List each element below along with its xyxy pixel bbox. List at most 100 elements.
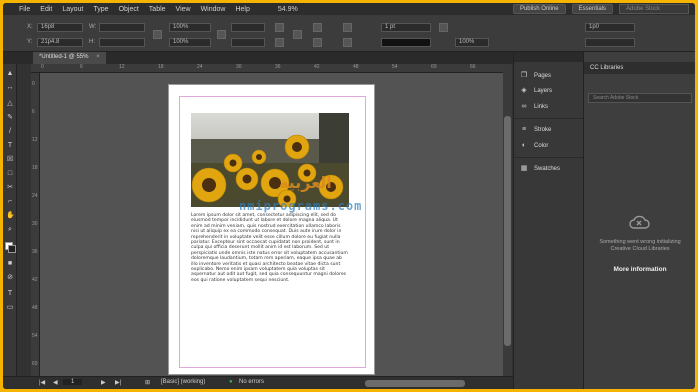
stroke-swatch-icon[interactable] [343,38,352,47]
stroke-weight-field[interactable]: 1 pt [381,23,431,32]
ruler-tick: 36 [32,249,38,255]
first-page-icon[interactable]: |◀ [39,379,45,386]
panel-color[interactable]: ◐ Color [520,142,548,150]
zoom-level[interactable]: 54.9% [278,6,298,13]
fill-swatch-icon[interactable] [343,23,352,32]
direct-selection-tool-icon[interactable]: △ [6,100,14,108]
more-information-link[interactable]: More information [590,266,690,273]
rotate-field[interactable] [231,23,265,32]
apply-color-icon[interactable]: ■ [6,260,14,268]
cc-libraries-title[interactable]: CC Libraries [584,62,695,74]
menu-window[interactable]: Window [201,6,226,13]
hand-tool-icon[interactable]: ✋ [6,212,15,220]
swatches-icon: ▦ [520,165,528,172]
vertical-scrollbar[interactable] [503,64,512,376]
body-text-frame[interactable]: Lorem ipsum dolor sit amet, consectetur … [191,213,349,283]
y-label: Y: [27,39,33,45]
panel-links[interactable]: ∞ Links [520,103,549,111]
menu-layout[interactable]: Layout [62,6,83,13]
x-position-field[interactable]: 16p8 [37,23,83,32]
workspace-switcher[interactable]: Essentials [571,4,613,14]
horizontal-scroll-thumb[interactable] [365,380,465,387]
stroke-icon: ≡ [521,126,527,133]
close-tab-icon[interactable]: × [96,54,100,60]
scissors-tool-icon[interactable]: ✂ [6,184,14,192]
ruler-tick: 18 [158,64,164,70]
y-position-field[interactable]: 21p4.8 [37,38,83,47]
ruler-tick: 12 [119,64,125,70]
vertical-ruler: 0 6 12 18 24 30 36 42 48 54 60 [31,73,40,376]
menu-type[interactable]: Type [93,6,108,13]
sunflower-image-frame[interactable] [191,113,349,207]
flip-vertical-icon[interactable] [275,38,284,47]
selection-tool-icon[interactable]: ▲ [6,70,14,78]
ruler-tick: 6 [80,64,83,70]
eyedropper-tool-icon[interactable]: ⌐ [6,198,14,206]
menu-view[interactable]: View [176,6,191,13]
prev-page-icon[interactable]: ◀ [53,379,58,386]
last-page-icon[interactable]: ▶| [115,379,121,386]
gap-tool-icon[interactable]: ↔ [6,84,14,92]
ruler-tick: 36 [275,64,281,70]
link-scale-icon[interactable] [217,30,226,39]
document-tab-title: *Untitled-1 @ 55% [39,54,89,60]
pencil-tool-icon[interactable]: / [6,128,14,136]
panel-swatches[interactable]: ▦ Swatches [520,165,560,173]
auto-fit-field[interactable] [585,38,635,47]
ruler-tick: 24 [32,193,38,199]
preflight-doc-icon[interactable]: ⊞ [145,379,150,386]
rectangle-tool-icon[interactable]: □ [6,170,14,178]
select-content-icon[interactable] [313,38,322,47]
preflight-status-icon: ● [229,379,233,385]
shear-field[interactable] [231,38,265,47]
status-bar: |◀ ◀ 1 ▶ ▶| ⊞ [Basic] (working) ● No err… [3,376,513,389]
ruler-tick: 48 [32,305,38,311]
opacity-field[interactable]: 100% [455,38,489,47]
preflight-errors-label[interactable]: No errors [239,379,264,385]
document-tab-bar: *Untitled-1 @ 55% × [3,52,513,64]
reference-point-icon[interactable] [293,30,302,39]
panel-dock-header [514,52,583,62]
pasteboard[interactable]: Lorem ipsum dolor sit amet, consectetur … [40,73,503,376]
vertical-scroll-thumb[interactable] [504,116,511,346]
page-number-field[interactable]: 1 [63,379,83,385]
zoom-tool-icon[interactable]: ⌕ [6,226,14,234]
flip-horizontal-icon[interactable] [275,23,284,32]
apply-none-icon[interactable]: ⊘ [6,274,14,282]
stock-search-input[interactable]: Adobe Stock [619,4,689,14]
panel-stroke[interactable]: ≡ Stroke [520,126,551,134]
menu-table[interactable]: Table [149,6,166,13]
panel-label: Links [534,104,549,110]
document-tab[interactable]: *Untitled-1 @ 55% × [33,52,106,64]
constrain-proportions-icon[interactable] [153,30,162,39]
document-page[interactable]: Lorem ipsum dolor sit amet, consectetur … [168,84,375,375]
scale-y-field[interactable]: 100% [169,38,211,47]
formatting-text-icon[interactable]: T [6,290,14,298]
corner-size-field[interactable]: 1p0 [585,23,635,32]
fill-stroke-swatch-icon[interactable] [5,242,16,253]
cc-search-input[interactable]: Search Adobe Stock [588,93,692,103]
height-field[interactable] [99,38,145,47]
select-container-icon[interactable] [313,23,322,32]
panel-dock: ❐ Pages ◈ Layers ∞ Links ≡ Stroke ◐ Colo… [513,52,584,389]
next-page-icon[interactable]: ▶ [101,379,106,386]
rectangle-frame-tool-icon[interactable]: ☒ [6,156,14,164]
menu-file[interactable]: File [19,6,30,13]
stroke-type-dropdown[interactable] [381,38,431,47]
cc-error-line2: Creative Cloud Libraries [610,246,670,252]
style-dropdown[interactable]: [Basic] (working) [161,379,205,385]
pen-tool-icon[interactable]: ✎ [6,114,14,122]
panel-pages[interactable]: ❐ Pages [520,72,551,80]
menu-help[interactable]: Help [235,6,249,13]
menu-edit[interactable]: Edit [40,6,52,13]
cc-error-line1: Something went wrong initializing [599,239,681,245]
watermark-url: nmiprograms.com [239,199,363,213]
width-field[interactable] [99,23,145,32]
fx-icon[interactable] [439,23,448,32]
scale-x-field[interactable]: 100% [169,23,211,32]
publish-online-button[interactable]: Publish Online [512,4,566,14]
screen-mode-icon[interactable]: ▭ [6,304,14,312]
menu-object[interactable]: Object [119,6,139,13]
panel-layers[interactable]: ◈ Layers [520,87,552,95]
type-tool-icon[interactable]: T [6,142,14,150]
